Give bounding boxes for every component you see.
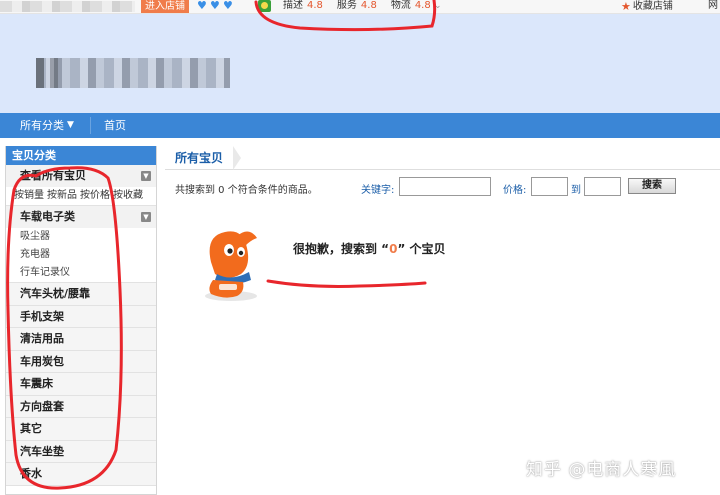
price-label: 价格: — [503, 185, 527, 196]
category-item[interactable]: 香水 — [6, 463, 156, 486]
caret-down-icon: ▼ — [67, 120, 74, 130]
view-all-link[interactable]: 查看所有宝贝 ▼ — [6, 165, 156, 187]
no-results-suffix: ” 个宝贝 — [397, 242, 446, 256]
category-item[interactable]: 手机支架 — [6, 305, 156, 328]
subcategory-item[interactable]: 吸尘器 — [6, 228, 156, 246]
star-icon: ★ — [621, 0, 631, 13]
subcategory-item[interactable]: 行车记录仪 — [6, 264, 156, 282]
category-sidebar: 宝贝分类 查看所有宝贝 ▼ 按销量 按新品 按价格 按收藏 车载电子类 ▼ 吸尘… — [5, 146, 157, 495]
blurred-shop-logo — [36, 58, 230, 88]
diamond-icon: ♥ — [197, 0, 207, 12]
no-results-prefix: 很抱歉，搜索到 “ — [293, 242, 390, 256]
main-content: 所有宝贝 共搜索到 0 个符合条件的商品。 关键字: 价格: 到 搜索 很抱歉，… — [165, 146, 720, 495]
page-title: 所有宝贝 — [175, 151, 224, 165]
blurred-shop-name — [0, 1, 135, 12]
nav-all-categories-label: 所有分类 — [20, 119, 64, 132]
collapse-icon[interactable]: ▼ — [141, 212, 151, 222]
wangwang-chat-icon[interactable] — [258, 0, 271, 12]
shop-rating-diamonds: ♥ ♥ ♥ — [197, 0, 235, 13]
dsr-scores: 描述 4.8 服务 4.8 物流 4.8 — [283, 0, 431, 13]
view-all-block: 查看所有宝贝 ▼ 按销量 按新品 按价格 按收藏 — [6, 165, 156, 206]
mascot-image — [205, 231, 257, 301]
result-count: 共搜索到 0 个符合条件的商品。 — [175, 185, 318, 196]
nav-divider — [90, 117, 91, 134]
score-description: 描述 4.8 — [283, 0, 323, 11]
truncated-link[interactable]: 网 — [708, 0, 718, 12]
score-service: 服务 4.8 — [336, 0, 377, 11]
diamond-icon: ♥ — [210, 0, 220, 12]
sort-by-price[interactable]: 按价格 — [80, 187, 110, 205]
shop-info-bar: 进入店铺 ♥ ♥ ♥ 描述 4.8 服务 4.8 物流 4.8 ⌄ ★ 收藏店铺 网 — [0, 0, 720, 14]
price-min-input[interactable] — [531, 177, 568, 196]
favorite-shop-button[interactable]: ★ 收藏店铺 — [621, 0, 673, 13]
category-item[interactable]: 清洁用品 — [6, 328, 156, 351]
category-item[interactable]: 其它 — [6, 418, 156, 441]
sort-by-new[interactable]: 按新品 — [47, 187, 77, 205]
category-item[interactable]: 车用炭包 — [6, 350, 156, 373]
sort-by-sales[interactable]: 按销量 — [14, 187, 44, 205]
main-header: 所有宝贝 — [165, 146, 720, 170]
sidebar-title: 宝贝分类 — [6, 146, 156, 165]
price-max-input[interactable] — [584, 177, 621, 196]
favorite-shop-label: 收藏店铺 — [632, 0, 673, 12]
category-item[interactable]: 方向盘套 — [6, 395, 156, 418]
view-all-label: 查看所有宝贝 — [20, 169, 86, 182]
title-chevron-decoration — [233, 146, 241, 170]
keyword-input[interactable] — [399, 177, 491, 196]
shop-nav: 所有分类 ▼ 首页 — [0, 113, 720, 138]
shop-banner — [0, 14, 720, 113]
category-electronics-label: 车载电子类 — [20, 210, 75, 223]
watermark-text: 知乎 @电商人寒風 — [526, 460, 677, 480]
shop-page: 进入店铺 ♥ ♥ ♥ 描述 4.8 服务 4.8 物流 4.8 ⌄ ★ 收藏店铺 网 … — [0, 0, 720, 495]
price-to-label: 到 — [571, 185, 581, 196]
nav-home[interactable]: 首页 — [104, 113, 126, 138]
no-results-message: 很抱歉，搜索到 “0” 个宝贝 — [293, 240, 446, 257]
chevron-down-icon[interactable]: ⌄ — [434, 0, 442, 12]
enter-shop-button[interactable]: 进入店铺 — [141, 0, 189, 13]
search-button[interactable]: 搜索 — [628, 178, 676, 194]
sort-by-favorites[interactable]: 按收藏 — [113, 187, 143, 205]
search-bar: 共搜索到 0 个符合条件的商品。 关键字: 价格: 到 搜索 — [165, 176, 720, 198]
category-item[interactable]: 汽车头枕/腰靠 — [6, 283, 156, 306]
diamond-icon: ♥ — [223, 0, 233, 12]
category-electronics[interactable]: 车载电子类 ▼ — [6, 206, 156, 228]
score-logistics: 物流 4.8 — [390, 0, 431, 11]
keyword-label: 关键字: — [361, 185, 395, 196]
category-item[interactable]: 汽车坐垫 — [6, 440, 156, 463]
collapse-icon[interactable]: ▼ — [141, 171, 151, 181]
electronics-block: 车载电子类 ▼ 吸尘器 充电器 行车记录仪 — [6, 206, 156, 283]
category-item[interactable]: 车震床 — [6, 373, 156, 396]
nav-all-categories[interactable]: 所有分类 ▼ — [20, 113, 74, 138]
sort-options: 按销量 按新品 按价格 按收藏 — [6, 187, 156, 205]
subcategory-item[interactable]: 充电器 — [6, 246, 156, 264]
